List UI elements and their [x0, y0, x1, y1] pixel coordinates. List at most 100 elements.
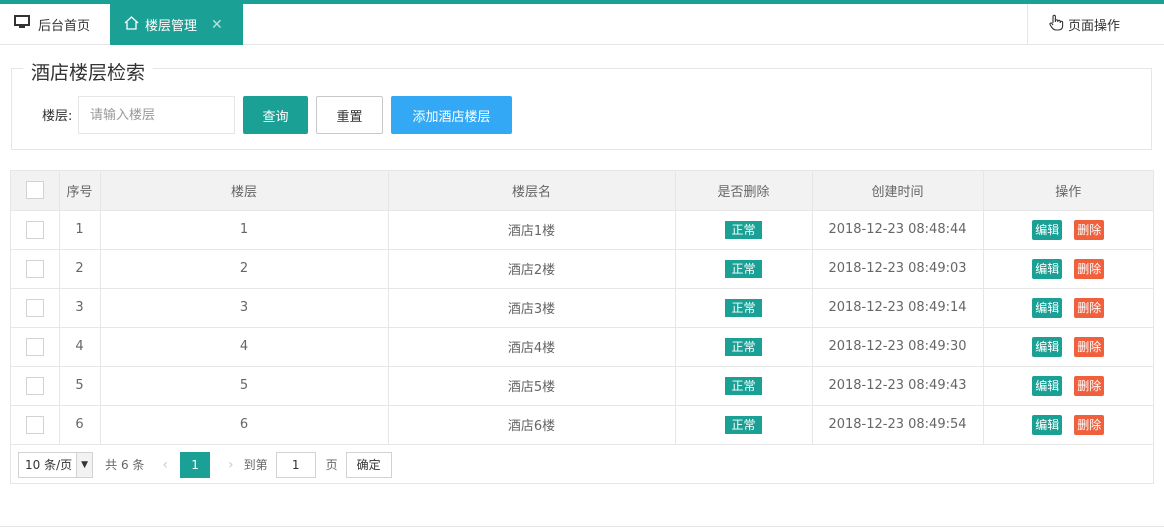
tab-floor-management-label: 楼层管理: [145, 19, 198, 34]
cell-seq: 5: [59, 366, 101, 406]
cell-actions: 编辑 删除: [983, 288, 1153, 328]
row-checkbox-cell[interactable]: [11, 405, 60, 445]
cell-status: 正常: [675, 366, 813, 406]
floor-search-input[interactable]: [78, 96, 235, 134]
home-icon: [124, 15, 139, 34]
delete-button[interactable]: 删除: [1074, 375, 1105, 396]
row-checkbox[interactable]: [25, 298, 44, 317]
cell-created: 2018-12-23 08:49:03: [812, 249, 984, 289]
cell-actions: 编辑 删除: [983, 327, 1153, 367]
next-page-icon[interactable]: ›: [228, 457, 234, 473]
row-checkbox[interactable]: [25, 220, 44, 239]
tab-floor-management[interactable]: 楼层管理 ✕: [110, 4, 243, 45]
cell-floor-name: 酒店3楼: [388, 288, 676, 328]
cell-status: 正常: [675, 210, 813, 250]
cell-floor: 1: [100, 210, 389, 250]
prev-page-icon[interactable]: ‹: [162, 457, 168, 473]
page-unit-label: 页: [325, 458, 338, 472]
table-header-row: 序号 楼层 楼层名 是否删除 创建时间 操作: [11, 171, 1153, 211]
cell-created: 2018-12-23 08:48:44: [812, 210, 984, 250]
row-checkbox-cell[interactable]: [11, 366, 60, 406]
query-button[interactable]: 查询: [243, 96, 308, 134]
cell-floor-name: 酒店2楼: [388, 249, 676, 289]
status-badge: 正常: [725, 298, 762, 317]
status-badge: 正常: [725, 415, 762, 434]
cell-seq: 4: [59, 327, 101, 367]
delete-button[interactable]: 删除: [1074, 414, 1105, 435]
table-row: 4 4 酒店4楼 正常 2018-12-23 08:49:30 编辑 删除: [11, 327, 1153, 367]
edit-button[interactable]: 编辑: [1032, 219, 1063, 240]
cell-floor: 5: [100, 366, 389, 406]
cell-seq: 1: [59, 210, 101, 250]
edit-button[interactable]: 编辑: [1032, 297, 1063, 318]
table-row: 6 6 酒店6楼 正常 2018-12-23 08:49:54 编辑 删除: [11, 405, 1153, 445]
floor-label: 楼层:: [42, 109, 73, 124]
chevron-down-icon[interactable]: ▼: [76, 452, 93, 477]
row-checkbox-cell[interactable]: [11, 210, 60, 250]
close-icon[interactable]: ✕: [211, 17, 223, 33]
reset-button[interactable]: 重置: [316, 96, 383, 134]
cell-actions: 编辑 删除: [983, 405, 1153, 445]
tab-home[interactable]: 后台首页: [0, 4, 110, 44]
cell-seq: 2: [59, 249, 101, 289]
row-checkbox[interactable]: [25, 259, 44, 278]
cell-floor: 4: [100, 327, 389, 367]
total-count: 共 6 条: [105, 458, 145, 472]
row-checkbox[interactable]: [25, 337, 44, 356]
bottom-divider: [0, 526, 1164, 527]
cell-status: 正常: [675, 327, 813, 367]
cell-floor-name: 酒店4楼: [388, 327, 676, 367]
cell-status: 正常: [675, 405, 813, 445]
row-checkbox-cell[interactable]: [11, 249, 60, 289]
cell-floor: 3: [100, 288, 389, 328]
cell-seq: 3: [59, 288, 101, 328]
current-page[interactable]: 1: [180, 451, 211, 478]
cell-floor: 6: [100, 405, 389, 445]
select-all-checkbox[interactable]: [25, 181, 44, 200]
row-checkbox-cell[interactable]: [11, 327, 60, 367]
cell-floor: 2: [100, 249, 389, 289]
edit-button[interactable]: 编辑: [1032, 414, 1063, 435]
row-checkbox[interactable]: [25, 376, 44, 395]
column-header-actions: 操作: [983, 171, 1153, 211]
row-checkbox-cell[interactable]: [11, 288, 60, 328]
cell-created: 2018-12-23 08:49:43: [812, 366, 984, 406]
goto-confirm-button[interactable]: 确定: [345, 451, 392, 478]
delete-button[interactable]: 删除: [1074, 258, 1105, 279]
row-checkbox[interactable]: [25, 415, 44, 434]
table-row: 2 2 酒店2楼 正常 2018-12-23 08:49:03 编辑 删除: [11, 249, 1153, 289]
table-row: 5 5 酒店5楼 正常 2018-12-23 08:49:43 编辑 删除: [11, 366, 1153, 406]
cell-created: 2018-12-23 08:49:14: [812, 288, 984, 328]
cell-status: 正常: [675, 249, 813, 289]
goto-label: 到第: [243, 458, 268, 472]
hand-pointer-icon: [1048, 14, 1064, 35]
page-size-value: 10 条/页: [25, 458, 73, 472]
cell-actions: 编辑 删除: [983, 210, 1153, 250]
select-all-cell[interactable]: [11, 171, 60, 211]
column-header-floor-name: 楼层名: [388, 171, 676, 211]
cell-status: 正常: [675, 288, 813, 328]
page-operations-button[interactable]: 页面操作: [1027, 4, 1164, 44]
status-badge: 正常: [725, 259, 762, 278]
goto-page-input[interactable]: [275, 451, 316, 478]
delete-button[interactable]: 删除: [1074, 336, 1105, 357]
column-header-deleted: 是否删除: [675, 171, 813, 211]
cell-floor-name: 酒店1楼: [388, 210, 676, 250]
add-floor-button[interactable]: 添加酒店楼层: [391, 96, 512, 134]
status-badge: 正常: [725, 220, 762, 239]
cell-created: 2018-12-23 08:49:54: [812, 405, 984, 445]
cell-created: 2018-12-23 08:49:30: [812, 327, 984, 367]
column-header-seq: 序号: [59, 171, 101, 211]
delete-button[interactable]: 删除: [1074, 297, 1105, 318]
column-header-created: 创建时间: [812, 171, 984, 211]
monitor-icon: [14, 15, 30, 33]
edit-button[interactable]: 编辑: [1032, 336, 1063, 357]
edit-button[interactable]: 编辑: [1032, 375, 1063, 396]
page-size-select[interactable]: 10 条/页 ▼: [18, 451, 94, 478]
status-badge: 正常: [725, 376, 762, 395]
cell-seq: 6: [59, 405, 101, 445]
delete-button[interactable]: 删除: [1074, 219, 1105, 240]
tab-home-label: 后台首页: [38, 18, 91, 34]
edit-button[interactable]: 编辑: [1032, 258, 1063, 279]
search-legend: 酒店楼层检索: [23, 58, 154, 85]
